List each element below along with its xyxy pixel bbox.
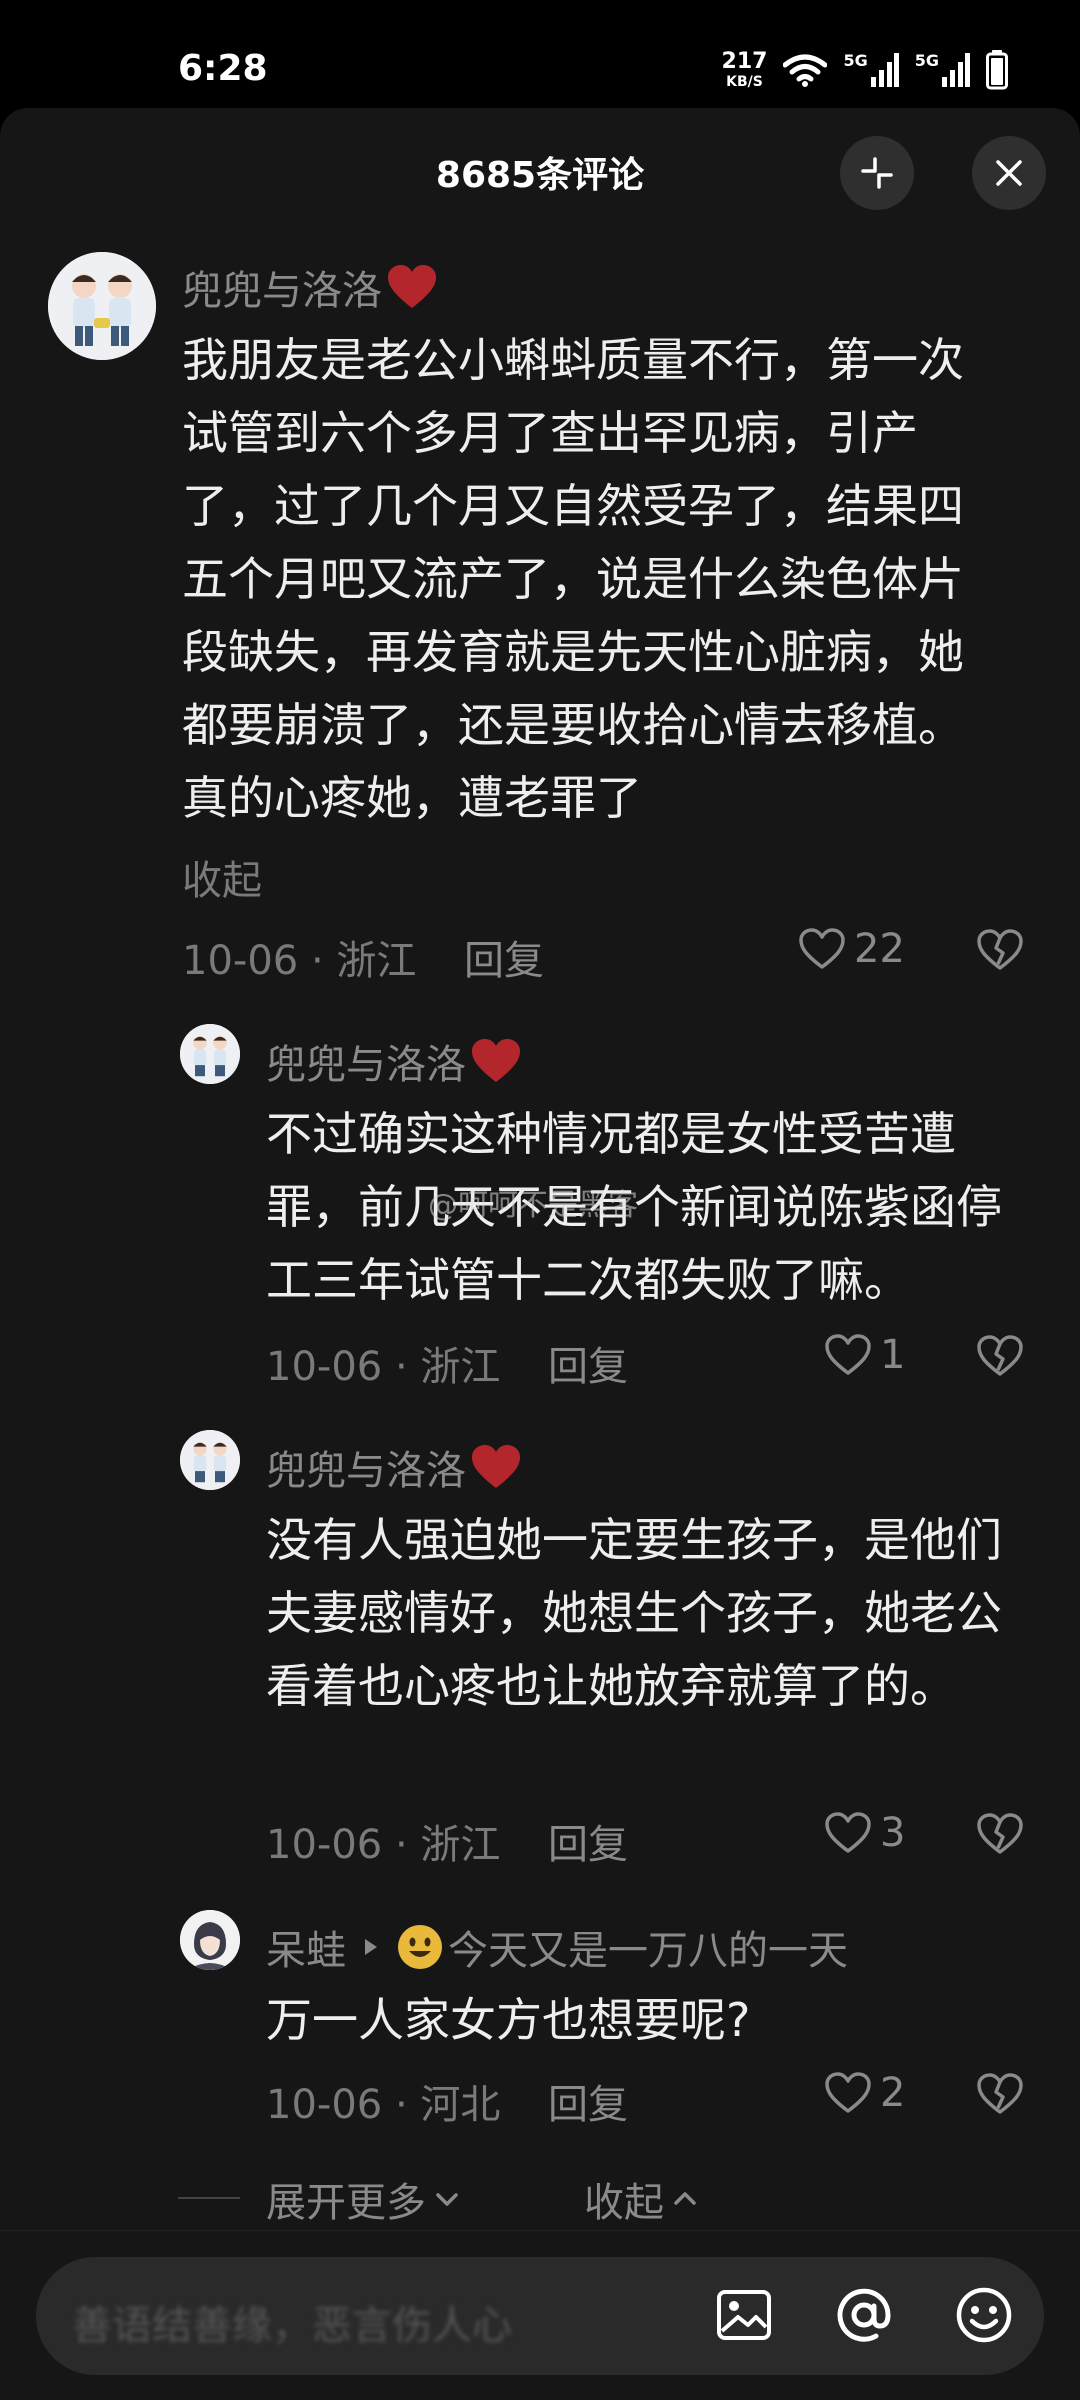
comment-input[interactable]: 善语结善缘，恶言伤人心 — [36, 2257, 1044, 2375]
heart-emoji-icon — [388, 265, 436, 308]
reply-button[interactable]: 回复 — [464, 928, 544, 986]
image-icon — [717, 2290, 771, 2340]
close-button[interactable] — [972, 136, 1046, 210]
broken-heart-icon — [977, 1335, 1023, 1376]
dislike-button[interactable] — [976, 1812, 1024, 1860]
chevron-down-icon — [436, 2193, 458, 2206]
network-speed: 217 KB/S — [721, 49, 768, 90]
reply-content: 不过确实这种情况都是女性受苦遭罪，前几天不是有个新闻说陈紫函停工三年试管十二次都… — [266, 1107, 1002, 1307]
collapse-thread-button[interactable]: 收起 — [584, 2170, 700, 2228]
screen: 6:28 217 KB/S 5G 5G 8685条评论 兜兜与洛洛 我朋友是老公… — [0, 0, 1080, 2400]
battery-icon — [986, 50, 1008, 90]
heart-outline-icon — [799, 928, 845, 969]
username-text: 兜兜与洛洛 — [266, 1042, 466, 1088]
close-icon — [996, 160, 1022, 186]
status-time: 6:28 — [178, 48, 268, 89]
heart-emoji-icon — [472, 1445, 520, 1488]
smile-emoji-icon — [398, 1925, 442, 1969]
reply-button[interactable]: 回复 — [548, 2072, 628, 2130]
network-speed-unit: KB/S — [726, 74, 763, 90]
heart-outline-icon — [825, 1334, 871, 1375]
like-count: 1 — [880, 1332, 906, 1378]
avatar-image — [180, 1024, 240, 1084]
dislike-button[interactable] — [976, 928, 1024, 976]
expand-more-button[interactable]: 展开更多 — [266, 2170, 462, 2228]
watermark: @呵呵不是黑客 — [428, 1188, 638, 1223]
signal-bars-icon — [942, 53, 970, 87]
heart-emoji-icon — [472, 1039, 520, 1082]
avatar-image — [180, 1910, 240, 1970]
like-count: 3 — [880, 1810, 906, 1856]
reply-username[interactable]: 呆蛙 今天又是一万八的一天 — [266, 1918, 848, 1976]
comment-meta: 10-06 · 浙江 — [182, 938, 417, 984]
signal-bars-icon — [870, 53, 899, 87]
reply-meta: 10-06 · 河北 — [266, 2082, 501, 2128]
reply-username[interactable]: 兜兜与洛洛 — [266, 1032, 522, 1090]
broken-heart-icon — [977, 2073, 1023, 2114]
signal-5g-2: 5G — [915, 53, 970, 87]
comment-username[interactable]: 兜兜与洛洛 — [182, 258, 438, 316]
like-button[interactable]: 22 — [798, 926, 905, 972]
emoji-face-icon — [956, 2287, 1012, 2343]
comment-count-title: 8685条评论 — [435, 155, 645, 196]
minimize-button[interactable] — [840, 136, 914, 210]
comment-input-placeholder: 善语结善缘，恶言伤人心 — [72, 2303, 512, 2349]
reply-to-username: 今天又是一万八的一天 — [448, 1928, 848, 1974]
mention-button[interactable] — [832, 2283, 896, 2347]
comment-input-bar: 善语结善缘，恶言伤人心 — [0, 2230, 1080, 2400]
avatar[interactable] — [180, 1910, 240, 1970]
like-count: 22 — [854, 926, 905, 972]
like-button[interactable]: 2 — [824, 2070, 905, 2116]
collapse-text-link[interactable]: 收起 — [182, 848, 262, 906]
like-button[interactable]: 3 — [824, 1810, 905, 1856]
status-icons: 217 KB/S 5G 5G — [722, 50, 1008, 90]
username-text: 兜兜与洛洛 — [182, 268, 382, 314]
avatar[interactable] — [180, 1024, 240, 1084]
reply-meta: 10-06 · 浙江 — [266, 1822, 501, 1868]
comment-content: 我朋友是老公小蝌蚪质量不行，第一次试管到六个多月了查出罕见病，引产了，过了几个月… — [182, 333, 964, 825]
reply-username[interactable]: 兜兜与洛洛 — [266, 1438, 522, 1496]
expand-more-label: 展开更多 — [266, 2180, 426, 2226]
username-text: 兜兜与洛洛 — [266, 1448, 466, 1494]
image-picker-button[interactable] — [712, 2283, 776, 2347]
reply-button[interactable]: 回复 — [548, 1812, 628, 1870]
like-button[interactable]: 1 — [824, 1332, 905, 1378]
dislike-button[interactable] — [976, 2072, 1024, 2120]
broken-heart-icon — [977, 929, 1023, 970]
collapse-arrows-icon — [861, 157, 893, 189]
reply-meta: 10-06 · 浙江 — [266, 1344, 501, 1390]
signal-5g-1: 5G — [843, 51, 899, 87]
signal-label: 5G — [914, 51, 939, 70]
network-speed-value: 217 — [721, 49, 768, 74]
avatar-image — [48, 252, 156, 360]
like-count: 2 — [880, 2070, 906, 2116]
status-bar: 6:28 217 KB/S 5G 5G — [0, 0, 1080, 108]
dislike-button[interactable] — [976, 1334, 1024, 1382]
reply-button[interactable]: 回复 — [548, 1334, 628, 1392]
broken-heart-icon — [977, 1813, 1023, 1854]
chevron-up-icon — [674, 2192, 696, 2205]
reply-content: 没有人强迫她一定要生孩子，是他们夫妻感情好，她想生个孩子，她老公看着也心疼也让她… — [266, 1513, 1002, 1713]
avatar[interactable] — [48, 252, 156, 360]
avatar[interactable] — [180, 1430, 240, 1490]
reply-content: 万一人家女方也想要呢? — [266, 1993, 751, 2047]
avatar-image — [180, 1430, 240, 1490]
collapse-thread-label: 收起 — [584, 2180, 664, 2226]
signal-label: 5G — [843, 51, 868, 70]
at-sign-icon — [837, 2288, 891, 2342]
wifi-icon — [783, 54, 828, 87]
emoji-button[interactable] — [952, 2283, 1016, 2347]
heart-outline-icon — [825, 1812, 871, 1853]
thread-divider — [178, 2197, 240, 2199]
reply-arrow-icon — [365, 1939, 377, 1955]
heart-outline-icon — [825, 2072, 871, 2113]
username-text: 呆蛙 — [266, 1928, 346, 1974]
